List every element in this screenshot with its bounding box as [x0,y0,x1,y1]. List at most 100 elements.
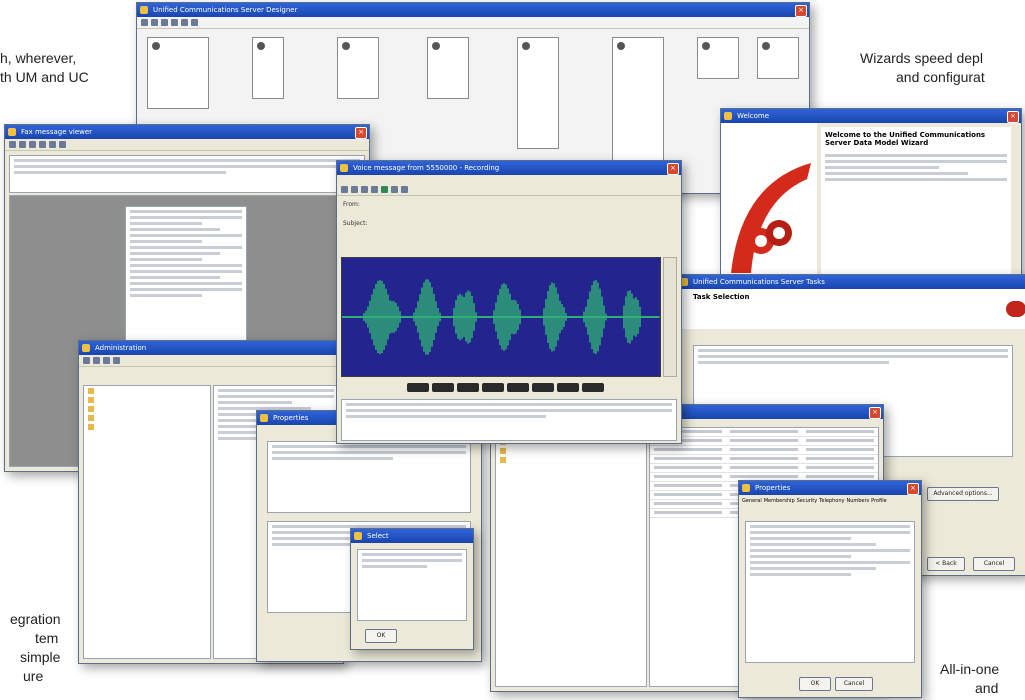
stop-icon[interactable] [391,186,398,193]
audio-window[interactable]: Voice message from 5550000 - Recording × … [336,160,682,444]
playback-button[interactable] [532,383,554,392]
playback-button[interactable] [457,383,479,392]
properties-dialog[interactable]: Properties × General Membership Security … [738,480,922,698]
properties-titlebar[interactable]: Properties × [739,481,921,495]
close-icon[interactable]: × [795,5,807,17]
table-tree[interactable] [495,427,647,687]
playback-button[interactable] [582,383,604,392]
app-icon [724,112,732,120]
tab-general[interactable]: General [742,498,762,504]
delete-icon[interactable] [361,186,368,193]
close-icon[interactable]: × [355,127,367,139]
select-titlebar[interactable]: Select [351,529,473,543]
caption-line: Wizards speed depl [860,50,983,66]
tasks-titlebar[interactable]: Unified Communications Server Tasks [677,275,1025,289]
folder-icon [88,387,94,394]
play-icon[interactable] [381,186,388,193]
cancel-button[interactable]: Cancel [973,557,1015,571]
audio-titlebar[interactable]: Voice message from 5550000 - Recording × [337,161,681,175]
back-button[interactable]: < Back [927,557,965,571]
tree-item[interactable] [84,422,210,431]
folder-icon [88,414,94,421]
wizard-titlebar[interactable]: Welcome × [721,109,1021,123]
playback-button[interactable] [507,383,529,392]
save-icon[interactable] [161,19,168,26]
table-row[interactable] [650,428,878,437]
close-icon[interactable]: × [1007,111,1019,123]
table-row[interactable] [650,446,878,455]
explorer-titlebar[interactable]: Administration [79,341,343,355]
tab-membership[interactable]: Membership [764,498,795,504]
explorer-tree[interactable] [83,385,211,659]
flow-step[interactable] [757,37,799,79]
explorer-toolbar [79,355,343,367]
close-icon[interactable]: × [907,483,919,495]
designer-titlebar[interactable]: Unified Communications Server Designer × [137,3,809,17]
properties-form[interactable] [745,521,915,663]
audio-toolbar [337,184,681,196]
ok-button[interactable]: OK [365,629,397,643]
waveform-panel[interactable] [341,257,661,377]
tree-item[interactable] [496,446,646,455]
flow-step[interactable] [697,37,739,79]
window-title: Welcome [737,112,770,120]
back-icon[interactable] [83,357,90,364]
copy-icon[interactable] [181,19,188,26]
playback-button[interactable] [407,383,429,392]
flow-step[interactable] [147,37,209,109]
waveform-scrollbar[interactable] [663,257,677,377]
tab-telephony[interactable]: Telephony [819,498,844,504]
cut-icon[interactable] [171,19,178,26]
tree-item[interactable] [84,413,210,422]
playback-button[interactable] [482,383,504,392]
print-icon[interactable] [371,186,378,193]
advanced-options-button[interactable]: Advanced options... [927,487,999,501]
table-row[interactable] [650,455,878,464]
reply-icon[interactable] [19,141,26,148]
select-dialog[interactable]: Select OK [350,528,474,650]
select-list[interactable] [357,549,467,621]
up-icon[interactable] [103,357,110,364]
close-icon[interactable]: × [667,163,679,175]
delete-icon[interactable] [39,141,46,148]
tab-security[interactable]: Security [797,498,818,504]
folder-icon [88,396,94,403]
tree-item[interactable] [84,395,210,404]
cancel-button[interactable]: Cancel [835,677,873,691]
flow-step[interactable] [252,37,284,99]
flow-step[interactable] [517,37,559,149]
fax-header [9,155,365,193]
table-row[interactable] [650,437,878,446]
app-icon [340,164,348,172]
window-title: Voice message from 5550000 - Recording [353,164,500,172]
reply-icon[interactable] [341,186,348,193]
ok-button[interactable]: OK [799,677,831,691]
close-icon[interactable]: × [869,407,881,419]
window-title: Administration [95,344,147,352]
refresh-icon[interactable] [113,357,120,364]
forward-icon[interactable] [351,186,358,193]
prev-icon[interactable] [49,141,56,148]
tab-numbers[interactable]: Numbers [846,498,869,504]
tasks-logo-icon [1006,301,1025,317]
next-icon[interactable] [59,141,66,148]
tree-item[interactable] [496,455,646,464]
print-icon[interactable] [9,141,16,148]
tab-profile[interactable]: Profile [871,498,887,504]
forward-icon[interactable] [29,141,36,148]
paste-icon[interactable] [191,19,198,26]
table-row[interactable] [650,464,878,473]
new-icon[interactable] [141,19,148,26]
playback-button[interactable] [432,383,454,392]
flow-step[interactable] [427,37,469,99]
flow-step[interactable] [337,37,379,99]
tree-item[interactable] [84,404,210,413]
tree-item[interactable] [84,386,210,395]
playback-button[interactable] [557,383,579,392]
open-icon[interactable] [151,19,158,26]
forward-icon[interactable] [93,357,100,364]
window-title: Unified Communications Server Tasks [693,278,825,286]
fax-viewer-titlebar[interactable]: Fax message viewer × [5,125,369,139]
audio-notes [341,399,677,441]
pause-icon[interactable] [401,186,408,193]
